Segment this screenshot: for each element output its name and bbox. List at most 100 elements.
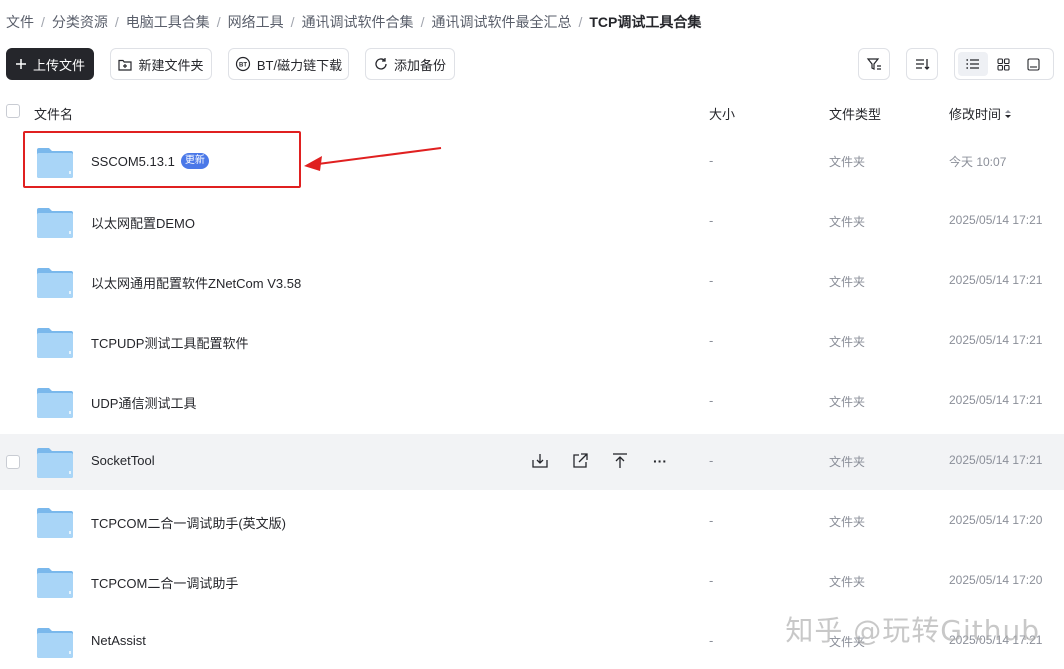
file-name[interactable]: TCPCOM二合一调试助手 [91, 573, 238, 592]
file-type: 文件夹 [829, 215, 866, 229]
file-size: - [709, 513, 714, 528]
filter-button[interactable] [858, 48, 890, 80]
file-name-text: SocketTool [91, 453, 155, 468]
breadcrumb-item-files[interactable]: 文件 [6, 12, 34, 32]
breadcrumb: 文件 / 分类资源 / 电脑工具合集 / 网络工具 / 通讯调试软件合集 / 通… [6, 12, 701, 32]
header-modified[interactable]: 修改时间 [949, 104, 1012, 123]
row-checkbox[interactable] [6, 455, 20, 469]
breadcrumb-separator: / [216, 14, 221, 30]
folder-icon [36, 205, 74, 239]
breadcrumb-item-comm-debug-all[interactable]: 通讯调试软件最全汇总 [431, 12, 571, 32]
file-size: - [709, 573, 714, 588]
file-name[interactable]: 以太网配置DEMO [91, 213, 195, 232]
file-type: 文件夹 [829, 275, 866, 289]
list-icon [966, 59, 979, 69]
file-name[interactable]: SSCOM5.13.1 更新 [91, 153, 209, 169]
file-name-text: NetAssist [91, 633, 146, 648]
bt-download-button-label: BT/磁力链下载 [256, 57, 343, 73]
table-row[interactable]: UDP通信测试工具 - 文件夹 2025/05/14 17:21 [0, 374, 1064, 430]
file-name-text: TCPCOM二合一调试助手 [91, 576, 239, 591]
preview-icon [1026, 57, 1040, 71]
breadcrumb-item-category[interactable]: 分类资源 [52, 12, 108, 32]
new-folder-button[interactable]: 新建文件夹 [110, 48, 212, 80]
file-modified: 2025/05/14 17:21 [949, 393, 1043, 407]
breadcrumb-item-comm-debug[interactable]: 通讯调试软件合集 [302, 12, 414, 32]
share-button[interactable] [570, 451, 590, 471]
folder-icon [36, 505, 74, 539]
file-name[interactable]: UDP通信测试工具 [91, 393, 196, 412]
breadcrumb-separator: / [114, 14, 119, 30]
file-modified: 2025/05/14 17:21 [949, 333, 1043, 347]
add-backup-button-label: 添加备份 [393, 57, 446, 73]
file-modified: 2025/05/14 17:20 [949, 513, 1043, 527]
bt-download-button[interactable]: BT BT/磁力链下载 [228, 48, 349, 80]
file-size: - [709, 393, 714, 408]
list-view-button[interactable] [958, 52, 988, 76]
file-type: 文件夹 [829, 155, 866, 169]
grid-icon [996, 57, 1010, 71]
bt-icon: BT [235, 56, 250, 72]
breadcrumb-item-current: TCP调试工具合集 [589, 14, 702, 30]
more-icon: ··· [653, 453, 667, 469]
table-row[interactable]: 以太网通用配置软件ZNetCom V3.58 - 文件夹 2025/05/14 17:… [0, 254, 1064, 310]
table-row[interactable]: 以太网配置DEMO - 文件夹 2025/05/14 17:21 [0, 194, 1064, 250]
table-row[interactable]: TCPUDP测试工具配置软件 - 文件夹 2025/05/14 17:21 [0, 314, 1064, 370]
table-row[interactable]: SocketTool ··· - 文件夹 2025/05/14 17:21 [0, 434, 1064, 490]
folder-plus-icon [118, 59, 133, 71]
breadcrumb-separator: / [578, 14, 583, 30]
breadcrumb-item-pc-tools[interactable]: 电脑工具合集 [126, 12, 210, 32]
select-all-checkbox[interactable] [6, 104, 20, 118]
file-name[interactable]: NetAssist [91, 633, 146, 648]
file-name[interactable]: SocketTool [91, 453, 155, 468]
file-size: - [709, 453, 714, 468]
file-name-text: TCPUDP测试工具配置软件 [91, 336, 249, 351]
file-size: - [709, 633, 714, 648]
view-mode-toggle [954, 48, 1054, 80]
folder-icon [36, 445, 74, 479]
header-name[interactable]: 文件名 [34, 104, 73, 123]
file-modified: 2025/05/14 17:21 [949, 453, 1043, 467]
add-backup-button[interactable]: 添加备份 [365, 48, 455, 80]
sort-arrows-icon [1005, 109, 1012, 118]
folder-icon [36, 385, 74, 419]
table-row[interactable]: TCPCOM二合一调试助手 - 文件夹 2025/05/14 17:20 [0, 554, 1064, 610]
grid-view-button[interactable] [988, 52, 1018, 76]
breadcrumb-separator: / [290, 14, 295, 30]
table-row[interactable]: SSCOM5.13.1 更新 - 文件夹 今天 10:07 [0, 134, 1064, 190]
file-modified: 2025/05/14 17:20 [949, 573, 1043, 587]
download-icon [532, 454, 548, 468]
file-size: - [709, 153, 714, 168]
folder-icon [36, 325, 74, 359]
filter-icon [866, 58, 881, 70]
file-type: 文件夹 [829, 455, 866, 469]
header-type[interactable]: 文件类型 [829, 104, 881, 123]
file-name[interactable]: TCPCOM二合一调试助手(英文版) [91, 513, 286, 532]
file-name[interactable]: 以太网通用配置软件ZNetCom V3.58 [91, 273, 301, 292]
preview-view-button[interactable] [1018, 52, 1048, 76]
row-actions: ··· [530, 451, 670, 471]
file-modified: 2025/05/14 17:21 [949, 213, 1043, 227]
upload-arrow-icon [613, 453, 627, 468]
file-name-text: TCPCOM二合一调试助手(英文版) [91, 516, 286, 531]
file-size: - [709, 213, 714, 228]
file-size: - [709, 333, 714, 348]
file-name[interactable]: TCPUDP测试工具配置软件 [91, 333, 248, 352]
file-type: 文件夹 [829, 515, 866, 529]
sort-button[interactable] [906, 48, 938, 80]
upload-button[interactable]: 上传文件 [6, 48, 94, 80]
file-modified: 2025/05/14 17:21 [949, 273, 1043, 287]
file-type: 文件夹 [829, 575, 866, 589]
more-button[interactable]: ··· [650, 451, 670, 471]
table-row[interactable]: TCPCOM二合一调试助手(英文版) - 文件夹 2025/05/14 17:20 [0, 494, 1064, 550]
move-top-button[interactable] [610, 451, 630, 471]
breadcrumb-item-network-tools[interactable]: 网络工具 [228, 12, 284, 32]
file-size: - [709, 273, 714, 288]
share-icon [573, 453, 588, 468]
header-size[interactable]: 大小 [709, 104, 735, 123]
folder-icon [36, 625, 74, 659]
update-badge: 更新 [180, 153, 209, 169]
breadcrumb-separator: / [420, 14, 425, 30]
folder-icon [36, 565, 74, 599]
download-button[interactable] [530, 451, 550, 471]
header-modified-label: 修改时间 [949, 107, 1002, 122]
